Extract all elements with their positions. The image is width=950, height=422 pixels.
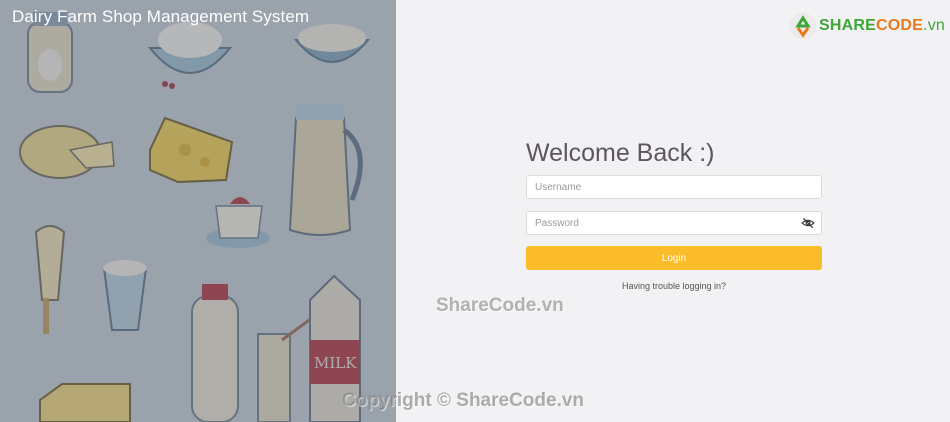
logo-code: CODE: [876, 17, 924, 34]
logo-tld: .vn: [923, 17, 945, 34]
trouble-logging-link[interactable]: Having trouble logging in?: [526, 281, 822, 291]
password-field: [526, 211, 822, 235]
recycle-logo-icon: [790, 13, 816, 39]
watermark-center: ShareCode.vn: [436, 295, 564, 316]
hero-overlay: [0, 0, 396, 422]
eye-off-icon[interactable]: [801, 216, 815, 230]
logo-share: SHARE: [819, 17, 877, 34]
password-input[interactable]: [527, 212, 803, 234]
welcome-heading: Welcome Back :): [526, 139, 715, 167]
hero-panel: MILK Dairy Farm Shop Management System: [0, 0, 396, 422]
logo-text: SHARECODE.vn: [819, 17, 945, 35]
watermark-bottom: Copyright © ShareCode.vn: [342, 390, 585, 411]
login-button[interactable]: Login: [526, 246, 822, 270]
app-title: Dairy Farm Shop Management System: [12, 7, 310, 26]
login-form: Welcome Back :) Login Having trouble log…: [526, 138, 822, 291]
username-field: [526, 175, 822, 199]
sharecode-logo: SHARECODE.vn: [790, 11, 945, 41]
username-input[interactable]: [527, 176, 803, 198]
